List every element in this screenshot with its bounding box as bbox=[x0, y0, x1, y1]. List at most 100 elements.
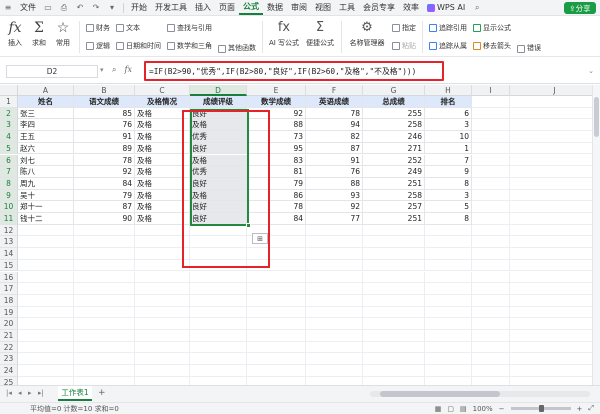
zoom-in-icon[interactable]: + bbox=[577, 405, 583, 413]
empty-cell[interactable] bbox=[247, 318, 306, 330]
empty-cell[interactable] bbox=[363, 283, 425, 295]
empty-cell[interactable] bbox=[363, 318, 425, 330]
cell-rank[interactable]: 3 bbox=[425, 189, 472, 202]
empty-cell[interactable] bbox=[472, 96, 510, 108]
cell-pass[interactable]: 及格 bbox=[135, 107, 190, 120]
cell-english[interactable]: 94 bbox=[306, 119, 363, 132]
empty-cell[interactable] bbox=[510, 271, 600, 284]
cell-name[interactable]: 钱十二 bbox=[18, 213, 74, 225]
empty-cell[interactable] bbox=[74, 365, 135, 377]
name-box-dropdown-icon[interactable]: ▾ bbox=[100, 66, 104, 74]
column-header-f[interactable]: F bbox=[306, 85, 363, 96]
first-sheet-icon[interactable]: |◂ bbox=[6, 389, 12, 397]
empty-cell[interactable] bbox=[18, 236, 74, 249]
last-sheet-icon[interactable]: ▸| bbox=[38, 389, 44, 397]
cell-chinese[interactable]: 87 bbox=[74, 201, 135, 213]
empty-cell[interactable] bbox=[425, 236, 472, 249]
cell-name[interactable]: 李四 bbox=[18, 119, 74, 132]
cell-pass[interactable]: 及格 bbox=[135, 131, 190, 143]
cell-pass[interactable]: 及格 bbox=[135, 142, 190, 155]
empty-cell[interactable] bbox=[472, 353, 510, 366]
cell-rank[interactable]: 8 bbox=[425, 213, 472, 225]
empty-cell[interactable] bbox=[247, 365, 306, 377]
math-button[interactable]: 数学和三角 bbox=[167, 40, 212, 53]
header-cell[interactable]: 英语成绩 bbox=[306, 96, 363, 108]
cell-pass[interactable]: 及格 bbox=[135, 166, 190, 178]
folder-icon[interactable]: ▭ bbox=[40, 3, 56, 12]
view-normal-icon[interactable]: ▦ bbox=[435, 405, 442, 413]
cell-total[interactable]: 251 bbox=[363, 213, 425, 225]
empty-cell[interactable] bbox=[135, 283, 190, 295]
empty-cell[interactable] bbox=[306, 365, 363, 377]
empty-cell[interactable] bbox=[472, 236, 510, 249]
empty-cell[interactable] bbox=[18, 353, 74, 366]
select-all-corner[interactable] bbox=[0, 85, 18, 96]
cell-grade[interactable]: 良好 bbox=[190, 107, 247, 120]
empty-cell[interactable] bbox=[510, 96, 600, 108]
empty-cell[interactable] bbox=[472, 154, 510, 167]
cell-math[interactable]: 79 bbox=[247, 177, 306, 190]
empty-cell[interactable] bbox=[363, 341, 425, 354]
empty-cell[interactable] bbox=[190, 224, 247, 237]
cell-chinese[interactable]: 89 bbox=[74, 142, 135, 155]
cell-rank[interactable]: 1 bbox=[425, 142, 472, 155]
header-cell[interactable]: 总成绩 bbox=[363, 96, 425, 108]
empty-cell[interactable] bbox=[306, 283, 363, 295]
scroll-thumb[interactable] bbox=[380, 391, 500, 397]
cell-total[interactable]: 258 bbox=[363, 119, 425, 132]
cell-grade[interactable]: 及格 bbox=[190, 154, 247, 167]
cell-total[interactable]: 251 bbox=[363, 177, 425, 190]
cell-total[interactable]: 257 bbox=[363, 201, 425, 213]
fullscreen-icon[interactable]: ⤢ bbox=[588, 404, 594, 413]
empty-cell[interactable] bbox=[510, 259, 600, 272]
empty-cell[interactable] bbox=[74, 283, 135, 295]
redo-icon[interactable]: ↷ bbox=[88, 3, 104, 12]
empty-cell[interactable] bbox=[74, 236, 135, 249]
row-header-16[interactable]: 16 bbox=[0, 271, 18, 284]
empty-cell[interactable] bbox=[135, 341, 190, 354]
row-header-24[interactable]: 24 bbox=[0, 365, 18, 377]
empty-cell[interactable] bbox=[247, 294, 306, 307]
cell-english[interactable]: 82 bbox=[306, 131, 363, 143]
empty-cell[interactable] bbox=[247, 271, 306, 284]
empty-cell[interactable] bbox=[472, 177, 510, 190]
empty-cell[interactable] bbox=[472, 201, 510, 213]
empty-cell[interactable] bbox=[18, 306, 74, 319]
empty-cell[interactable] bbox=[190, 330, 247, 342]
fx-icon[interactable]: fx bbox=[124, 65, 131, 75]
empty-cell[interactable] bbox=[472, 259, 510, 272]
empty-cell[interactable] bbox=[510, 131, 600, 143]
empty-cell[interactable] bbox=[135, 248, 190, 260]
empty-cell[interactable] bbox=[74, 306, 135, 319]
column-header-a[interactable]: A bbox=[18, 85, 74, 96]
empty-cell[interactable] bbox=[247, 306, 306, 319]
empty-cell[interactable] bbox=[190, 259, 247, 272]
menu-formula[interactable]: 公式 bbox=[239, 0, 263, 15]
cell-math[interactable]: 81 bbox=[247, 166, 306, 178]
name-manager-button[interactable]: ⚙ 名称管理器 bbox=[345, 18, 389, 56]
header-cell[interactable]: 数学成绩 bbox=[247, 96, 306, 108]
row-header-1[interactable]: 1 bbox=[0, 96, 18, 108]
column-header-e[interactable]: E bbox=[247, 85, 306, 96]
column-header-h[interactable]: H bbox=[425, 85, 472, 96]
empty-cell[interactable] bbox=[510, 330, 600, 342]
cell-english[interactable]: 78 bbox=[306, 107, 363, 120]
empty-cell[interactable] bbox=[190, 306, 247, 319]
empty-cell[interactable] bbox=[135, 330, 190, 342]
empty-cell[interactable] bbox=[472, 330, 510, 342]
empty-cell[interactable] bbox=[74, 330, 135, 342]
empty-cell[interactable] bbox=[306, 248, 363, 260]
empty-cell[interactable] bbox=[135, 306, 190, 319]
menu-developer[interactable]: 开发工具 bbox=[151, 0, 191, 16]
row-header-2[interactable]: 2 bbox=[0, 107, 18, 120]
empty-cell[interactable] bbox=[510, 224, 600, 237]
cell-english[interactable]: 92 bbox=[306, 201, 363, 213]
menu-icon[interactable]: ≡ bbox=[0, 3, 16, 12]
empty-cell[interactable] bbox=[510, 142, 600, 155]
row-header-5[interactable]: 5 bbox=[0, 142, 18, 155]
logic-button[interactable]: 逻辑 bbox=[86, 40, 110, 53]
empty-cell[interactable] bbox=[510, 283, 600, 295]
empty-cell[interactable] bbox=[18, 259, 74, 272]
empty-cell[interactable] bbox=[363, 259, 425, 272]
menu-file[interactable]: 文件 bbox=[16, 0, 40, 16]
